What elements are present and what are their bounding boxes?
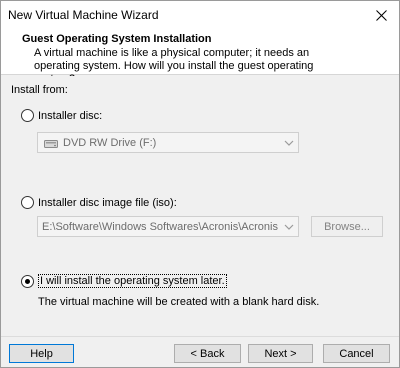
install-later-note: The virtual machine will be created with… (38, 296, 320, 308)
footer-divider (1, 336, 399, 337)
installer-disc-label: Installer disc: (38, 109, 103, 122)
window-title: New Virtual Machine Wizard (8, 8, 159, 22)
wizard-body: Install from: Installer disc: DVD RW Dri… (1, 76, 399, 336)
disc-drive-value: DVD RW Drive (F:) (63, 136, 157, 149)
disc-drive-icon (44, 139, 58, 148)
iso-path-value: E:\Software\Windows Softwares\Acronis\Ac… (42, 220, 278, 233)
back-button[interactable]: < Back (174, 344, 241, 363)
title-bar: New Virtual Machine Wizard (1, 1, 399, 29)
help-button[interactable]: Help (9, 344, 74, 363)
disc-drive-select[interactable]: DVD RW Drive (F:) (37, 132, 299, 153)
browse-button[interactable]: Browse... (311, 216, 383, 237)
install-later-label: I will install the operating system late… (38, 274, 227, 288)
cancel-button[interactable]: Cancel (323, 344, 390, 363)
iso-radio-button[interactable] (21, 196, 34, 209)
iso-path-input[interactable]: E:\Software\Windows Softwares\Acronis\Ac… (37, 216, 299, 237)
install-later-radio[interactable]: I will install the operating system late… (21, 274, 227, 288)
close-button[interactable] (363, 1, 399, 29)
chevron-down-icon (284, 224, 294, 230)
installer-disc-radio-button[interactable] (21, 109, 34, 122)
iso-label: Installer disc image file (iso): (38, 196, 177, 209)
wizard-window: New Virtual Machine Wizard Guest Operati… (0, 0, 400, 368)
page-title: Guest Operating System Installation (22, 33, 212, 45)
chevron-down-icon (284, 140, 294, 146)
install-later-radio-button[interactable] (21, 274, 34, 288)
iso-radio[interactable]: Installer disc image file (iso): (21, 196, 177, 209)
next-button[interactable]: Next > (248, 344, 313, 363)
installer-disc-radio[interactable]: Installer disc: (21, 109, 102, 122)
wizard-header: Guest Operating System Installation A vi… (1, 29, 399, 85)
install-from-label: Install from: (11, 84, 68, 96)
close-icon (375, 9, 387, 21)
